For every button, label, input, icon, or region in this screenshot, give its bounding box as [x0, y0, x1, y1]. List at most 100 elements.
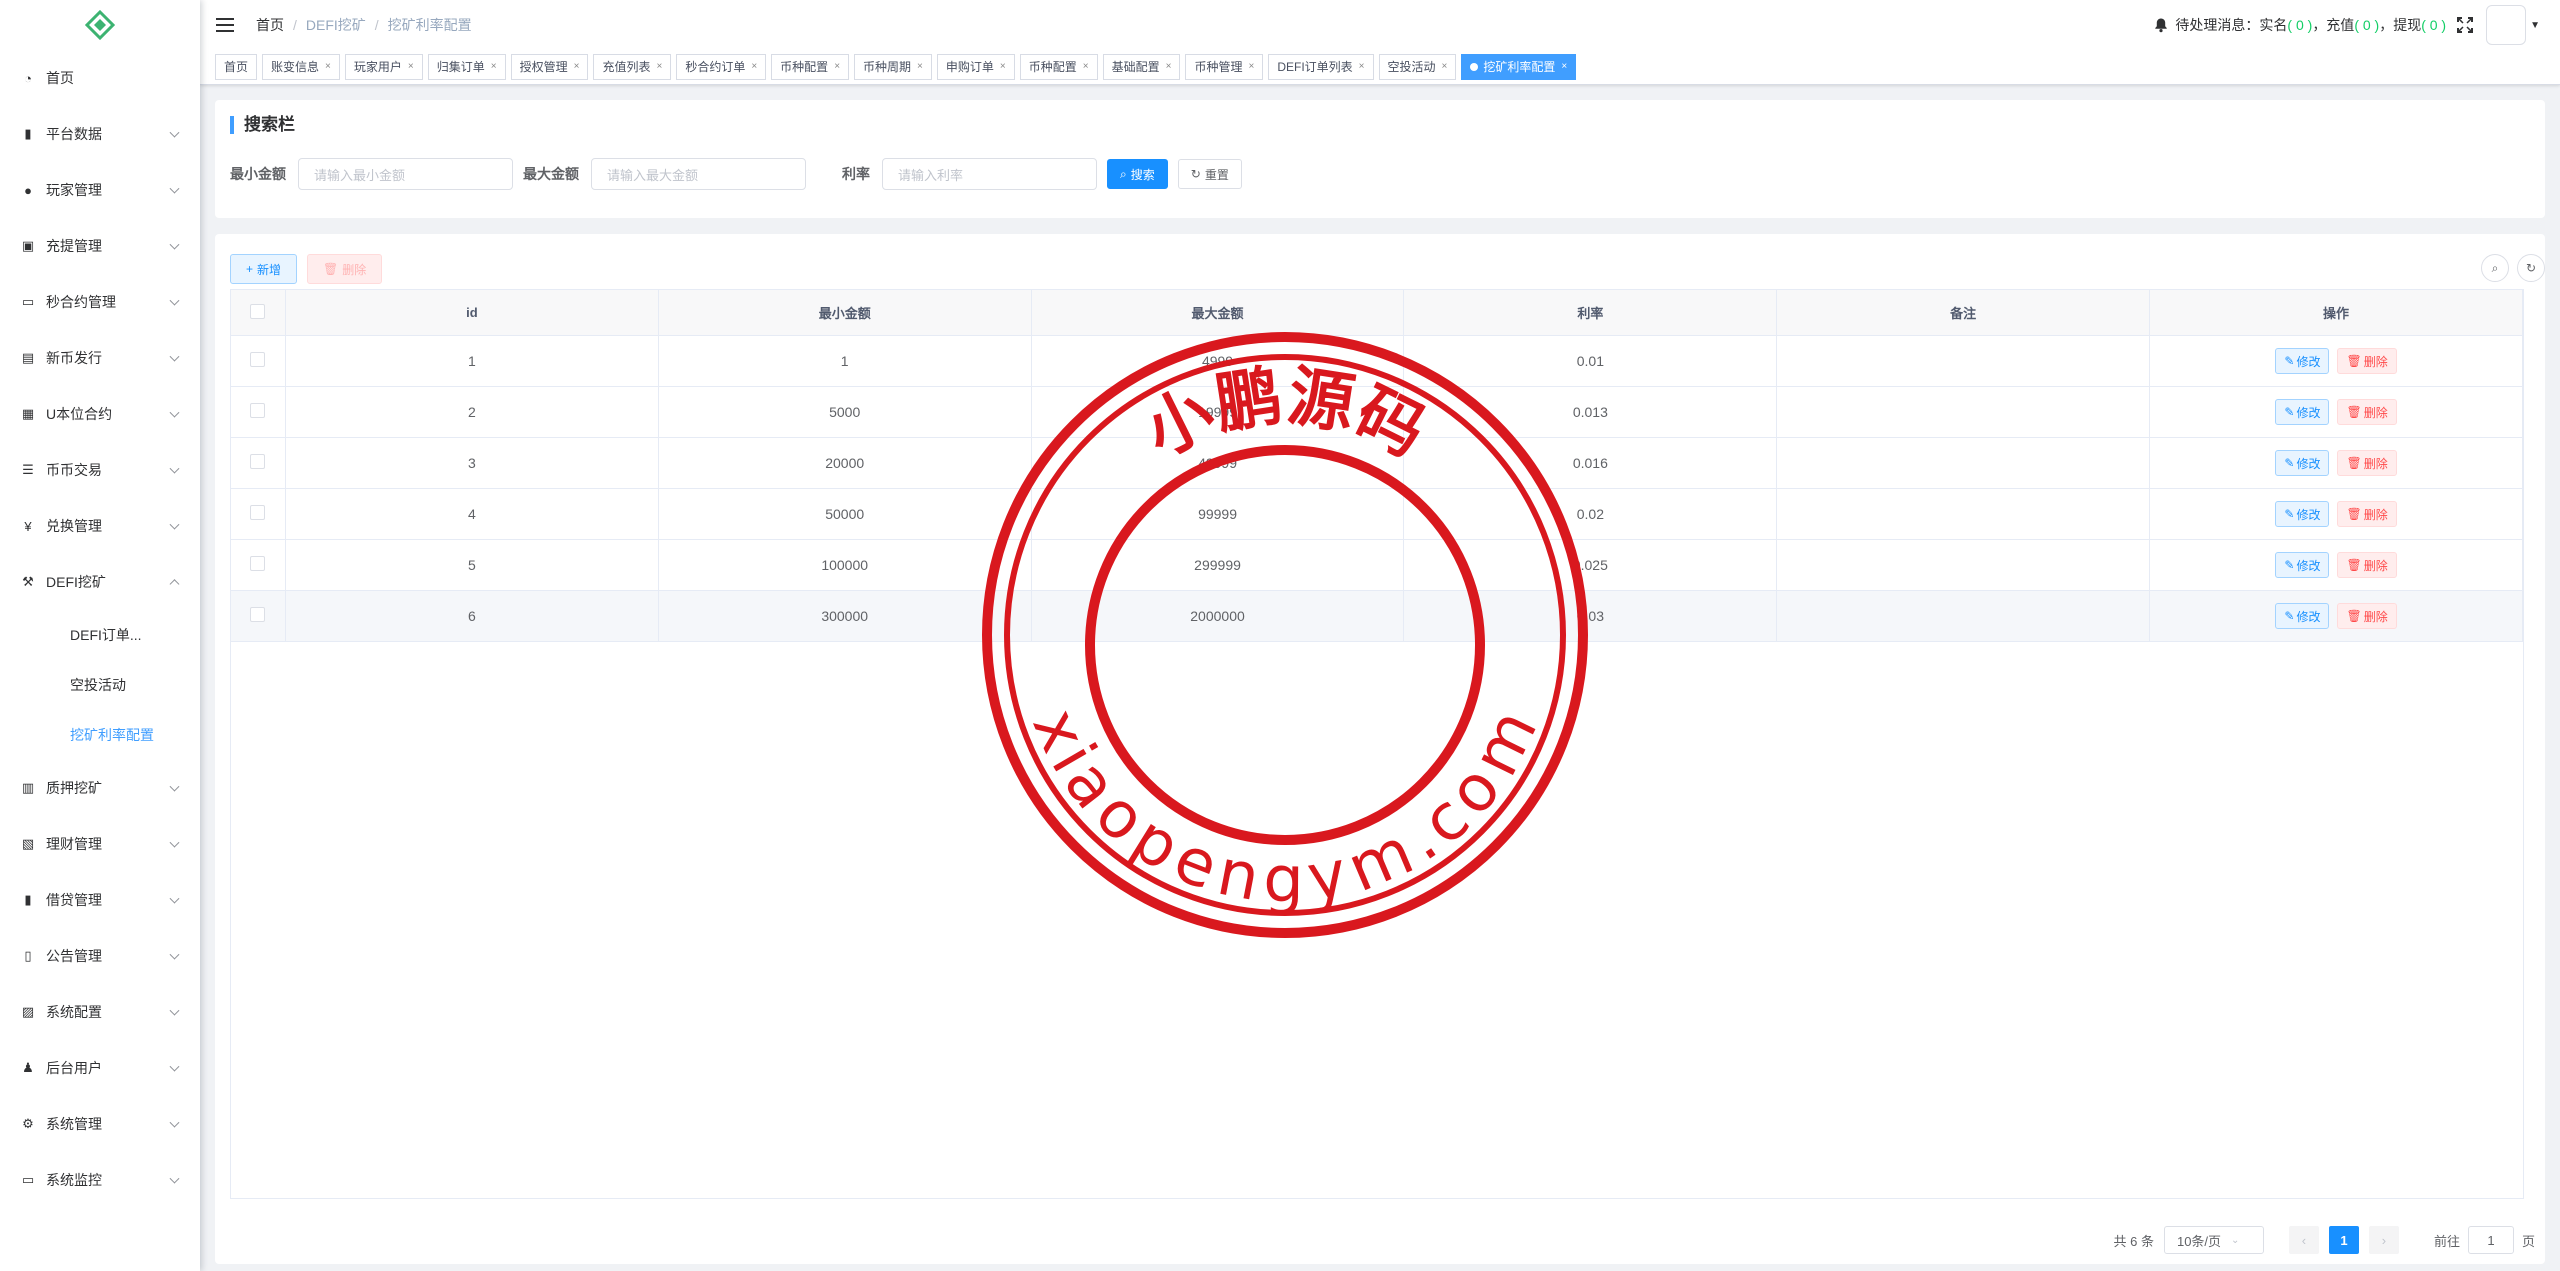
bell-icon[interactable]: [2153, 17, 2169, 33]
tag-active[interactable]: 挖矿利率配置 ×: [1461, 54, 1577, 80]
search-button[interactable]: ⌕ 搜索: [1107, 159, 1168, 189]
row-delete-button[interactable]: 🗑 删除: [2337, 501, 2397, 527]
sidebar-item-0[interactable]: ◔ 首页: [0, 50, 200, 106]
sidebar-subitem-2[interactable]: 挖矿利率配置: [0, 710, 200, 760]
rate-input[interactable]: 请输入利率: [882, 158, 1097, 190]
tag-10[interactable]: 币种配置 ×: [1019, 54, 1098, 80]
close-icon[interactable]: ×: [491, 54, 497, 80]
close-icon[interactable]: ×: [1083, 54, 1089, 80]
min-amount-input[interactable]: 请输入最小金额: [298, 158, 513, 190]
tag-2[interactable]: 玩家用户 ×: [344, 54, 423, 80]
notice-recharge-count[interactable]: ( 0 ): [2354, 17, 2379, 33]
tag-7[interactable]: 币种配置 ×: [771, 54, 850, 80]
sidebar-item-8[interactable]: ¥ 兑换管理: [0, 498, 200, 554]
sidebar-item-a4[interactable]: ▨ 系统配置: [0, 984, 200, 1040]
toggle-search-button[interactable]: ⌕: [2481, 254, 2509, 282]
edit-button[interactable]: ✎ 修改: [2275, 552, 2330, 578]
delete-button[interactable]: 🗑 删除: [307, 254, 383, 284]
close-icon[interactable]: ×: [574, 54, 580, 80]
tag-6[interactable]: 秒合约订单 ×: [676, 54, 767, 80]
tag-4[interactable]: 授权管理 ×: [510, 54, 589, 80]
table-row[interactable]: 5 100000 299999 0.025 ✎ 修改 🗑 删除: [230, 539, 2523, 591]
hamburger-icon[interactable]: [216, 18, 234, 32]
close-icon[interactable]: ×: [917, 54, 923, 80]
row-checkbox[interactable]: [250, 403, 266, 418]
edit-button[interactable]: ✎ 修改: [2275, 450, 2330, 476]
sidebar-item-7[interactable]: ☰ 币币交易: [0, 442, 200, 498]
table-row[interactable]: 2 5000 19999 0.013 ✎ 修改 🗑 删除: [230, 386, 2523, 438]
max-amount-input[interactable]: 请输入最大金额: [591, 158, 806, 190]
close-icon[interactable]: ×: [1359, 54, 1365, 80]
row-delete-button[interactable]: 🗑 删除: [2337, 348, 2397, 374]
sidebar-item-4[interactable]: ▭ 秒合约管理: [0, 274, 200, 330]
refresh-table-button[interactable]: ↻: [2517, 254, 2545, 282]
page-size-select[interactable]: 10条/页 ⌄: [2163, 1226, 2264, 1254]
edit-button[interactable]: ✎ 修改: [2275, 399, 2330, 425]
close-icon[interactable]: ×: [325, 54, 331, 80]
edit-button[interactable]: ✎ 修改: [2275, 501, 2330, 527]
close-icon[interactable]: ×: [1442, 54, 1448, 80]
tag-1[interactable]: 账变信息 ×: [262, 54, 340, 80]
app-logo[interactable]: [0, 0, 200, 50]
edit-button[interactable]: ✎ 修改: [2275, 348, 2330, 374]
table-row[interactable]: 1 1 4999 0.01 ✎ 修改 🗑 删除: [230, 335, 2523, 387]
tag-13[interactable]: DEFI订单列表 ×: [1268, 54, 1374, 80]
tag-3[interactable]: 归集订单 ×: [427, 54, 506, 80]
tag-11[interactable]: 基础配置 ×: [1102, 54, 1181, 80]
sidebar-item-a7[interactable]: ▭ 系统监控: [0, 1152, 200, 1208]
sidebar-item-a6[interactable]: ⚙ 系统管理: [0, 1096, 200, 1152]
reset-button[interactable]: ↻ 重置: [1177, 159, 1242, 189]
breadcrumb-home[interactable]: 首页: [256, 15, 284, 35]
table-row[interactable]: 3 20000 49999 0.016 ✎ 修改 🗑 删除: [230, 437, 2523, 489]
page-number-button[interactable]: 1: [2328, 1226, 2359, 1254]
edit-button[interactable]: ✎ 修改: [2275, 603, 2330, 629]
row-checkbox[interactable]: [250, 556, 266, 571]
notice-real-count[interactable]: ( 0 ): [2287, 17, 2312, 33]
caret-down-icon[interactable]: ▼: [2530, 20, 2540, 31]
table-row[interactable]: 4 50000 99999 0.02 ✎ 修改 🗑 删除: [230, 488, 2523, 540]
sidebar-item-1[interactable]: ▮ 平台数据: [0, 106, 200, 162]
notice-withdraw-count[interactable]: ( 0 ): [2421, 17, 2446, 33]
sidebar-item-a3[interactable]: ▯ 公告管理: [0, 928, 200, 984]
sidebar-item-a0[interactable]: ▥ 质押挖矿: [0, 760, 200, 816]
close-icon[interactable]: ×: [751, 54, 757, 80]
row-delete-button[interactable]: 🗑 删除: [2337, 399, 2397, 425]
sidebar-item-9[interactable]: ⚒ DEFI挖矿: [0, 554, 200, 610]
avatar[interactable]: [2486, 5, 2527, 45]
tag-12[interactable]: 币种管理 ×: [1185, 54, 1264, 80]
add-button[interactable]: + 新增: [230, 254, 298, 284]
goto-page-input[interactable]: 1: [2467, 1226, 2514, 1254]
close-icon[interactable]: ×: [408, 54, 414, 80]
close-icon[interactable]: ×: [834, 54, 840, 80]
row-checkbox[interactable]: [250, 454, 266, 469]
row-delete-button[interactable]: 🗑 删除: [2337, 552, 2397, 578]
table-row[interactable]: 6 300000 2000000 0.03 ✎ 修改 🗑 删除: [230, 590, 2523, 642]
row-checkbox[interactable]: [250, 505, 266, 520]
close-icon[interactable]: ×: [1000, 54, 1006, 80]
next-page-button[interactable]: ›: [2368, 1226, 2399, 1254]
sidebar-item-a2[interactable]: ▮ 借贷管理: [0, 872, 200, 928]
prev-page-button[interactable]: ‹: [2288, 1226, 2319, 1254]
row-checkbox[interactable]: [250, 352, 266, 367]
sidebar-item-5[interactable]: ▤ 新币发行: [0, 330, 200, 386]
row-delete-button[interactable]: 🗑 删除: [2337, 450, 2397, 476]
close-icon[interactable]: ×: [1248, 54, 1254, 80]
sidebar-item-6[interactable]: ▦ U本位合约: [0, 386, 200, 442]
fullscreen-icon[interactable]: [2456, 16, 2474, 34]
tag-5[interactable]: 充值列表 ×: [593, 54, 672, 80]
sidebar-item-3[interactable]: ▣ 充提管理: [0, 218, 200, 274]
close-icon[interactable]: ×: [656, 54, 662, 80]
sidebar-subitem-1[interactable]: 空投活动: [0, 660, 200, 710]
sidebar-subitem-0[interactable]: DEFI订单...: [0, 610, 200, 660]
tag-14[interactable]: 空投活动 ×: [1378, 54, 1457, 80]
close-icon[interactable]: ×: [1166, 54, 1172, 80]
sidebar-item-2[interactable]: ● 玩家管理: [0, 162, 200, 218]
select-all-checkbox[interactable]: [250, 303, 266, 319]
tag-8[interactable]: 币种周期 ×: [854, 54, 932, 80]
row-delete-button[interactable]: 🗑 删除: [2337, 603, 2397, 629]
close-icon[interactable]: ×: [1561, 54, 1567, 80]
tag-9[interactable]: 申购订单 ×: [936, 54, 1015, 80]
sidebar-item-a5[interactable]: ♟ 后台用户: [0, 1040, 200, 1096]
breadcrumb-defi[interactable]: DEFI挖矿: [306, 15, 366, 35]
row-checkbox[interactable]: [250, 607, 266, 622]
